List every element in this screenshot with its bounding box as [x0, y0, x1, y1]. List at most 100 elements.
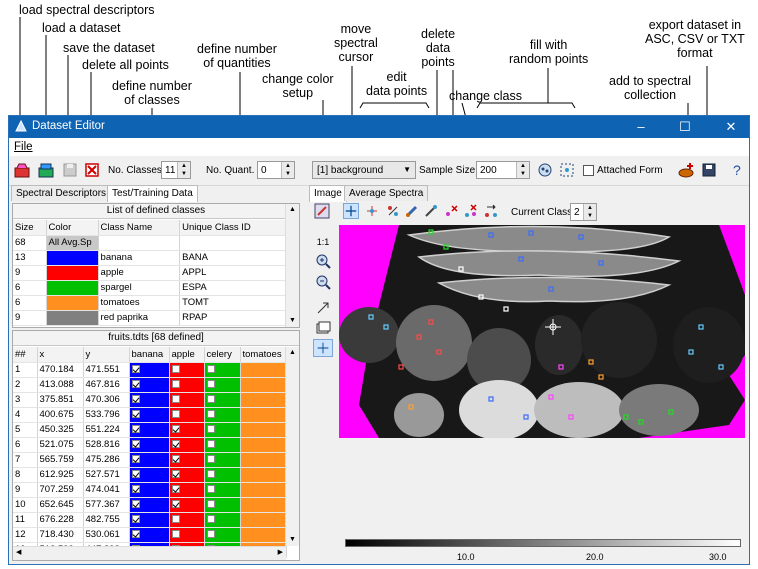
delete-point-icon[interactable] — [443, 203, 459, 219]
edit-points-icon[interactable] — [385, 203, 401, 219]
fill-random-icon[interactable] — [536, 161, 554, 179]
class-row[interactable]: 9 apple APPL — [13, 265, 286, 281]
data-row[interactable]: 3 375.851 470.306 — [13, 392, 287, 408]
sample-size-spinner[interactable]: 200 ▲ ▼ — [476, 161, 530, 179]
load-spectral-icon[interactable] — [13, 161, 31, 179]
banana-checkbox[interactable] — [131, 530, 140, 539]
fit-icon[interactable] — [313, 299, 333, 317]
celery-checkbox[interactable] — [206, 440, 215, 449]
celery-checkbox[interactable] — [206, 425, 215, 434]
tab-spectral-descriptors[interactable]: Spectral Descriptors — [11, 185, 112, 201]
no-quant-spinner[interactable]: 0 ▲ ▼ — [257, 161, 295, 179]
data-row[interactable]: 8 612.925 527.571 — [13, 467, 287, 483]
apple-checkbox[interactable] — [171, 440, 180, 449]
data-scrollbar[interactable]: ▲ ▼ — [285, 347, 299, 546]
fill-random-frame-icon[interactable] — [558, 161, 576, 179]
classes-column-header[interactable]: Color — [46, 220, 99, 236]
classes-column-header[interactable]: Class Name — [98, 220, 181, 236]
move-cursor-icon[interactable] — [343, 203, 359, 219]
classes-column-header[interactable]: Size — [13, 220, 47, 236]
apple-checkbox[interactable] — [171, 365, 180, 374]
delete-points-icon[interactable] — [463, 203, 479, 219]
data-column-header[interactable]: x — [37, 347, 84, 363]
tab-test-training-data[interactable]: Test/Training Data — [107, 185, 198, 202]
data-row[interactable]: 7 565.759 475.286 — [13, 452, 287, 468]
tab-image[interactable]: Image — [309, 185, 347, 202]
data-row[interactable]: 1 470.184 471.551 — [13, 362, 287, 378]
change-class-icon[interactable] — [483, 203, 499, 219]
add-collection-icon[interactable] — [677, 161, 695, 179]
data-hscrollbar[interactable]: ◀ ▶ — [13, 546, 286, 560]
banana-checkbox[interactable] — [131, 500, 140, 509]
banana-checkbox[interactable] — [131, 515, 140, 524]
image-canvas[interactable] — [339, 225, 745, 438]
apple-checkbox[interactable] — [171, 380, 180, 389]
class-row[interactable]: 68 All Avg.Sp — [13, 235, 286, 251]
crosshair-icon[interactable] — [313, 339, 333, 357]
class-row[interactable]: 9 red paprika RPAP — [13, 310, 286, 326]
zoom-in-icon[interactable] — [313, 252, 333, 270]
class-row[interactable]: 6 spargel ESPA — [13, 280, 286, 296]
celery-checkbox[interactable] — [206, 530, 215, 539]
data-row[interactable]: 2 413.088 467.816 — [13, 377, 287, 393]
apple-checkbox[interactable] — [171, 500, 180, 509]
celery-checkbox[interactable] — [206, 380, 215, 389]
banana-checkbox[interactable] — [131, 380, 140, 389]
celery-checkbox[interactable] — [206, 485, 215, 494]
apple-checkbox[interactable] — [171, 515, 180, 524]
celery-checkbox[interactable] — [206, 395, 215, 404]
data-row[interactable]: 6 521.075 528.816 — [13, 437, 287, 453]
edit-pen-icon[interactable] — [404, 203, 420, 219]
data-row[interactable]: 12 718.430 530.061 — [13, 527, 287, 543]
celery-checkbox[interactable] — [206, 410, 215, 419]
data-row[interactable]: 10 652.645 577.367 — [13, 497, 287, 513]
class-row[interactable]: 6 tomatoes TOMT — [13, 295, 286, 311]
data-column-header[interactable]: celery — [204, 347, 241, 363]
banana-checkbox[interactable] — [131, 485, 140, 494]
classes-scrollbar[interactable]: ▲ ▼ — [285, 204, 299, 327]
apple-checkbox[interactable] — [171, 455, 180, 464]
load-dataset-icon[interactable] — [37, 161, 55, 179]
data-row[interactable]: 4 400.675 533.796 — [13, 407, 287, 423]
banana-checkbox[interactable] — [131, 470, 140, 479]
save-icon[interactable] — [61, 161, 79, 179]
minimize-button[interactable]: – — [633, 119, 649, 134]
data-row[interactable]: 9 707.259 474.041 — [13, 482, 287, 498]
banana-checkbox[interactable] — [131, 440, 140, 449]
apple-checkbox[interactable] — [171, 395, 180, 404]
classes-column-header[interactable]: Unique Class ID — [179, 220, 286, 236]
celery-checkbox[interactable] — [206, 365, 215, 374]
data-column-header[interactable]: banana — [129, 347, 170, 363]
apple-checkbox[interactable] — [171, 470, 180, 479]
banana-checkbox[interactable] — [131, 455, 140, 464]
banana-checkbox[interactable] — [131, 425, 140, 434]
banana-checkbox[interactable] — [131, 395, 140, 404]
zoom-out-icon[interactable] — [313, 273, 333, 291]
data-column-header[interactable]: apple — [169, 347, 205, 363]
no-classes-spinner[interactable]: 11 ▲ ▼ — [161, 161, 191, 179]
data-column-header[interactable]: ## — [13, 347, 38, 363]
edit-pencil-icon[interactable] — [423, 203, 439, 219]
export-icon[interactable] — [700, 161, 718, 179]
attached-form-checkbox[interactable] — [583, 165, 594, 176]
zoom-1-1-button[interactable]: 1:1 — [313, 233, 333, 251]
edit-point-icon[interactable] — [364, 203, 380, 219]
data-row[interactable]: 11 676.228 482.755 — [13, 512, 287, 528]
color-setup-icon[interactable] — [314, 203, 330, 219]
tab-average-spectra[interactable]: Average Spectra — [344, 185, 429, 201]
class-row[interactable]: 13 banana BANA — [13, 250, 286, 266]
hyperspectral-image[interactable] — [339, 225, 745, 438]
celery-checkbox[interactable] — [206, 470, 215, 479]
banana-checkbox[interactable] — [131, 365, 140, 374]
data-column-header[interactable]: y — [83, 347, 130, 363]
current-class-spinner[interactable]: 2 ▲ ▼ — [570, 203, 597, 221]
celery-checkbox[interactable] — [206, 515, 215, 524]
help-icon[interactable]: ? — [733, 162, 741, 178]
data-row[interactable]: 5 450.325 551.224 — [13, 422, 287, 438]
maximize-button[interactable]: ☐ — [677, 119, 693, 134]
apple-checkbox[interactable] — [171, 410, 180, 419]
delete-all-icon[interactable] — [83, 161, 101, 179]
window-icon[interactable] — [313, 319, 333, 337]
close-button[interactable]: ✕ — [723, 119, 739, 134]
celery-checkbox[interactable] — [206, 455, 215, 464]
